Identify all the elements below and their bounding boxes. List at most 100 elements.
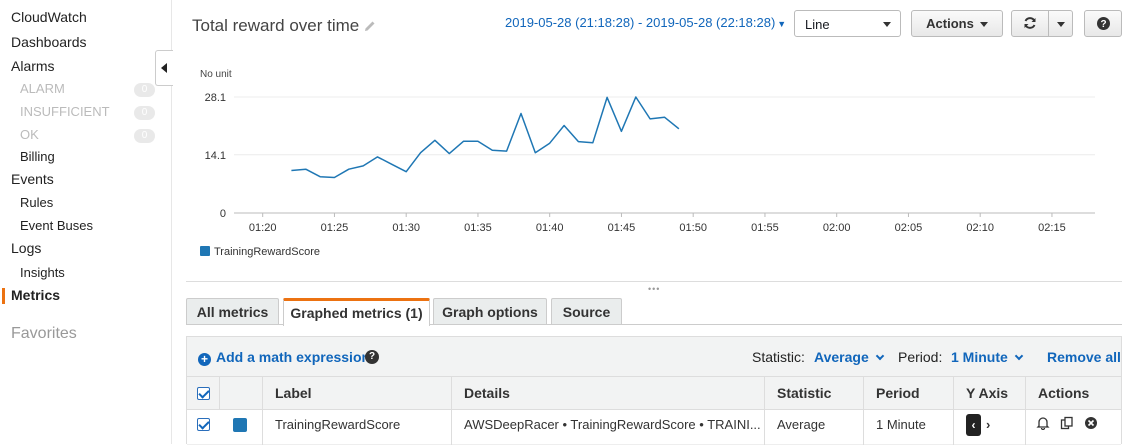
legend-label: TrainingRewardScore bbox=[214, 246, 320, 258]
drag-handle-icon[interactable]: ••• bbox=[648, 284, 660, 294]
plus-circle-icon: + bbox=[198, 353, 211, 366]
metrics-toolbar: + Add a math expression ? Statistic: Aver… bbox=[187, 337, 1121, 377]
row-checkbox[interactable] bbox=[197, 418, 210, 431]
sidebar-item-dashboards[interactable]: Dashboards bbox=[11, 34, 87, 50]
row-period[interactable]: 1 Minute bbox=[863, 410, 953, 445]
sidebar-item-logs[interactable]: Logs bbox=[11, 240, 41, 256]
column-header-label[interactable]: Label bbox=[262, 377, 451, 410]
actions-button[interactable]: Actions bbox=[911, 10, 1003, 37]
caret-down-icon: ▼ bbox=[777, 19, 786, 29]
period-value: 1 Minute bbox=[951, 349, 1008, 365]
bell-icon[interactable] bbox=[1036, 416, 1050, 430]
ok-count-badge: 0 bbox=[134, 129, 155, 143]
line-chart: No unit014.128.101:2001:2501:3001:3501:4… bbox=[190, 60, 1105, 265]
x-tick-label: 01:20 bbox=[249, 222, 277, 234]
y-tick-label: 28.1 bbox=[205, 92, 226, 104]
row-select-cell bbox=[187, 410, 219, 445]
row-details: AWSDeepRacer • TrainingRewardScore • TRA… bbox=[451, 410, 764, 445]
x-tick-label: 02:00 bbox=[823, 222, 851, 234]
row-label[interactable]: TrainingRewardScore bbox=[262, 410, 451, 445]
help-button[interactable]: ? bbox=[1084, 10, 1122, 37]
table-header: Label Details Statistic Period Y Axis Ac… bbox=[187, 377, 1121, 410]
chart-type-select[interactable]: Line bbox=[794, 10, 901, 37]
dropdown-arrow-icon bbox=[1057, 22, 1065, 27]
y-axis-left-button[interactable]: ‹ bbox=[966, 414, 981, 436]
x-tick-label: 02:10 bbox=[966, 222, 994, 234]
graphed-metrics-panel: + Add a math expression ? Statistic: Aver… bbox=[186, 336, 1122, 444]
x-tick-label: 01:55 bbox=[751, 222, 779, 234]
refresh-icon bbox=[1023, 16, 1037, 30]
tab-graph-options[interactable]: Graph options bbox=[433, 298, 547, 325]
refresh-options-button[interactable] bbox=[1048, 10, 1073, 37]
tab-graphed-metrics[interactable]: Graphed metrics (1) bbox=[283, 298, 430, 326]
sidebar-item-event-buses[interactable]: Event Buses bbox=[20, 218, 93, 233]
pencil-icon[interactable] bbox=[364, 20, 376, 32]
page-title: Total reward over time bbox=[192, 16, 359, 36]
collapse-sidebar-button[interactable] bbox=[155, 50, 173, 86]
dropdown-arrow-icon bbox=[883, 22, 891, 27]
refresh-button[interactable] bbox=[1011, 10, 1049, 37]
select-all-checkbox[interactable] bbox=[197, 387, 210, 400]
sidebar-item-cloudwatch[interactable]: CloudWatch bbox=[11, 9, 87, 25]
tab-source[interactable]: Source bbox=[551, 298, 622, 325]
series-color-swatch[interactable] bbox=[233, 418, 247, 432]
x-tick-label: 01:45 bbox=[608, 222, 636, 234]
select-all-cell bbox=[187, 377, 219, 410]
statistic-label: Statistic: bbox=[752, 349, 805, 365]
column-header-period[interactable]: Period bbox=[863, 377, 953, 410]
column-header-details[interactable]: Details bbox=[451, 377, 764, 410]
x-tick-label: 01:50 bbox=[679, 222, 707, 234]
x-tick-label: 01:40 bbox=[536, 222, 564, 234]
date-range-picker[interactable]: 2019-05-28 (21:18:28) - 2019-05-28 (22:1… bbox=[505, 15, 786, 30]
table-row[interactable]: TrainingRewardScore AWSDeepRacer • Train… bbox=[187, 410, 1121, 445]
statistic-dropdown[interactable]: Average bbox=[814, 349, 883, 365]
chart: No unit014.128.101:2001:2501:3001:3501:4… bbox=[190, 60, 1105, 265]
add-math-label: Add a math expression bbox=[216, 349, 370, 365]
sidebar-item-billing[interactable]: Billing bbox=[20, 149, 55, 164]
date-range-text: 2019-05-28 (21:18:28) - 2019-05-28 (22:1… bbox=[505, 15, 775, 30]
sidebar-item-alarms[interactable]: Alarms bbox=[11, 58, 55, 74]
column-header-y-axis[interactable]: Y Axis bbox=[953, 377, 1025, 410]
x-tick-label: 02:05 bbox=[895, 222, 923, 234]
sidebar-item-insufficient[interactable]: INSUFFICIENT bbox=[20, 104, 110, 119]
x-tick-label: 01:30 bbox=[392, 222, 420, 234]
y-axis-right-button[interactable]: › bbox=[986, 414, 990, 436]
sidebar-item-rules[interactable]: Rules bbox=[20, 195, 53, 210]
remove-all-link[interactable]: Remove all bbox=[1047, 349, 1121, 365]
period-dropdown[interactable]: 1 Minute bbox=[951, 349, 1022, 365]
column-header-actions[interactable]: Actions bbox=[1025, 377, 1123, 410]
sidebar: CloudWatch Dashboards Alarms ALARM 0 INS… bbox=[0, 0, 172, 444]
sidebar-item-events[interactable]: Events bbox=[11, 171, 54, 187]
chart-type-value: Line bbox=[805, 17, 830, 32]
y-tick-label: 14.1 bbox=[205, 150, 226, 162]
chevron-down-icon bbox=[1015, 352, 1023, 360]
svg-text:?: ? bbox=[1100, 19, 1106, 30]
question-icon: ? bbox=[1097, 17, 1110, 30]
panel-splitter[interactable] bbox=[186, 281, 1122, 282]
sidebar-item-alarm[interactable]: ALARM bbox=[20, 81, 65, 96]
unit-label: No unit bbox=[200, 69, 232, 80]
copy-icon[interactable] bbox=[1060, 416, 1074, 430]
row-statistic[interactable]: Average bbox=[764, 410, 863, 445]
x-tick-label: 01:35 bbox=[464, 222, 492, 234]
sidebar-item-metrics[interactable]: Metrics bbox=[11, 287, 60, 303]
statistic-value: Average bbox=[814, 349, 869, 365]
sidebar-item-ok[interactable]: OK bbox=[20, 127, 39, 142]
series-line bbox=[291, 97, 679, 178]
column-header-statistic[interactable]: Statistic bbox=[764, 377, 863, 410]
caret-left-icon bbox=[161, 63, 168, 73]
insufficient-count-badge: 0 bbox=[134, 106, 155, 120]
color-column-header bbox=[219, 377, 262, 410]
tab-all-metrics[interactable]: All metrics bbox=[186, 298, 279, 325]
chevron-down-icon bbox=[876, 352, 884, 360]
dropdown-arrow-icon bbox=[980, 22, 988, 27]
alarm-count-badge: 0 bbox=[134, 83, 155, 97]
active-indicator bbox=[2, 288, 5, 304]
y-tick-label: 0 bbox=[220, 208, 226, 220]
sidebar-item-insights[interactable]: Insights bbox=[20, 265, 65, 280]
remove-icon[interactable] bbox=[1084, 416, 1098, 430]
sidebar-favorites[interactable]: Favorites bbox=[11, 325, 77, 343]
row-color-cell bbox=[219, 410, 262, 445]
add-math-expression-link[interactable]: + Add a math expression bbox=[198, 349, 370, 366]
question-icon[interactable]: ? bbox=[365, 350, 379, 364]
